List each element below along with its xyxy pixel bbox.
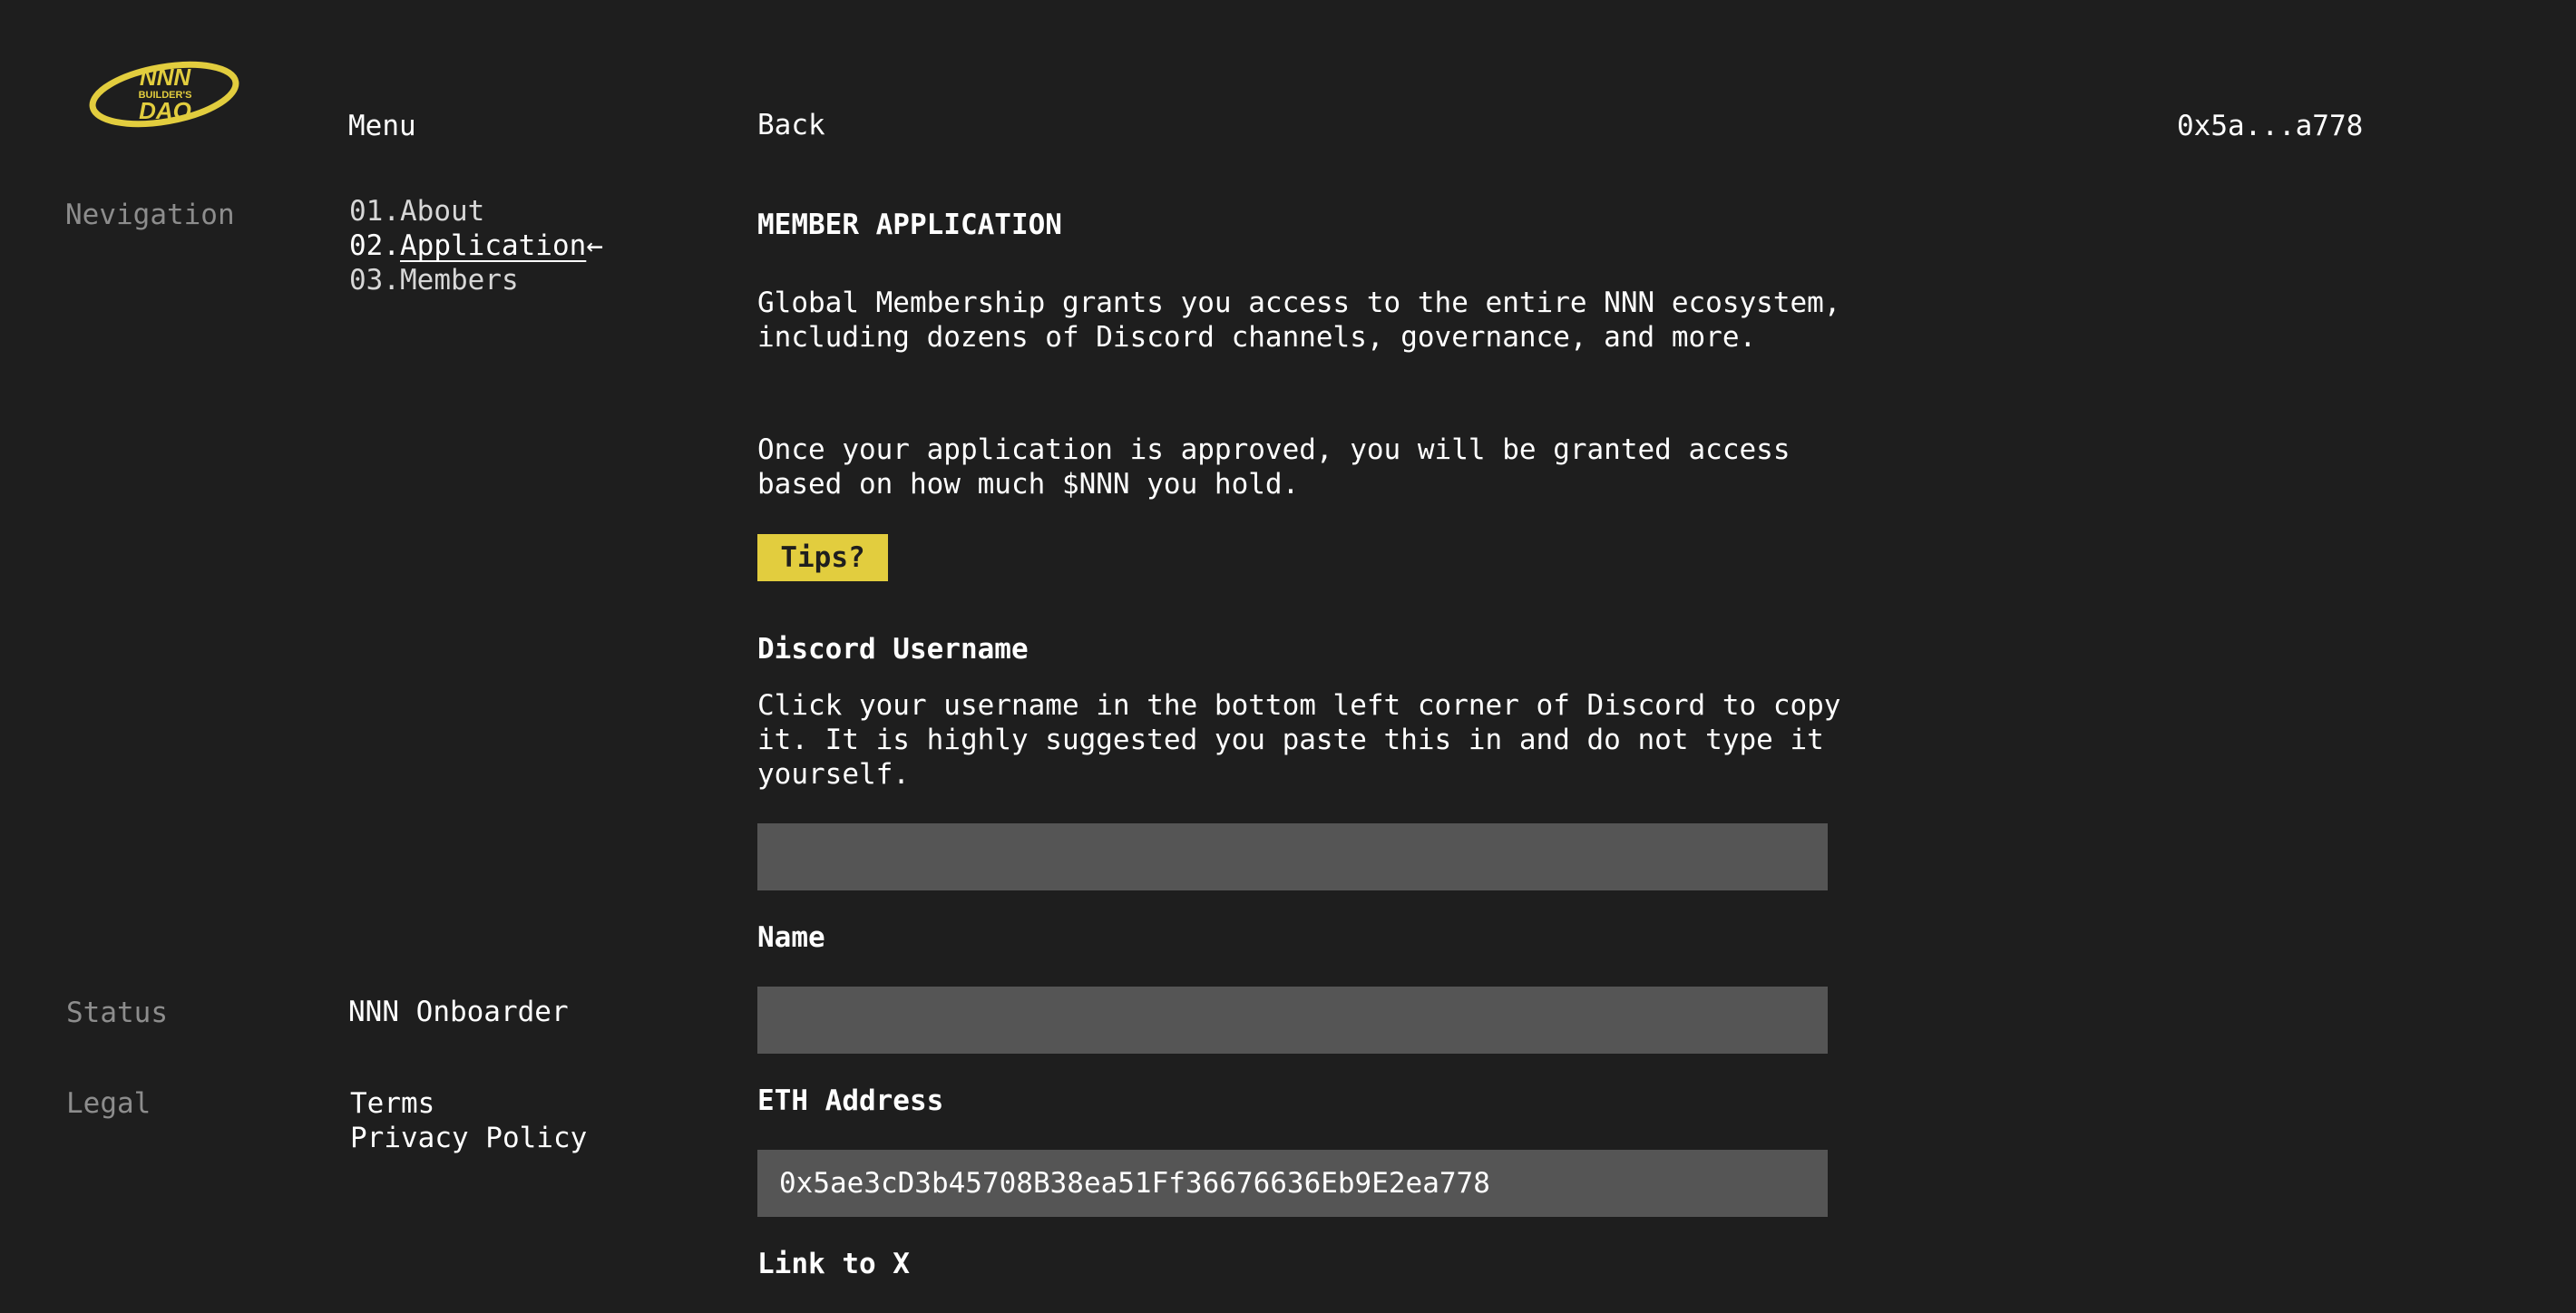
nnn-builders-dao-logo[interactable]: NNN BUILDER'S DAO <box>87 58 241 131</box>
nav-item-label: Members <box>400 264 519 297</box>
nav-item-application[interactable]: 02.Application← <box>349 229 603 263</box>
privacy-policy-link[interactable]: Privacy Policy <box>350 1121 587 1155</box>
nav-item-label: About <box>400 195 485 228</box>
intro-paragraph: Global Membership grants you access to t… <box>757 287 1841 354</box>
nav-item-number: 02. <box>349 229 400 262</box>
terms-link[interactable]: Terms <box>350 1086 587 1121</box>
nav-list: 01.About 02.Application← 03.Members <box>349 194 603 297</box>
discord-username-label: Discord Username <box>757 633 1029 666</box>
approval-paragraph: Once your application is approved, you w… <box>757 433 1791 501</box>
tips-button[interactable]: Tips? <box>757 534 888 581</box>
back-button[interactable]: Back <box>757 108 825 142</box>
discord-username-help: Click your username in the bottom left c… <box>757 689 1841 791</box>
name-label: Name <box>757 921 825 954</box>
logo-text-bottom: DAO <box>139 97 191 124</box>
navigation-section-label: Nevigation <box>65 199 235 231</box>
eth-address-input[interactable] <box>757 1150 1828 1217</box>
menu-button[interactable]: Menu <box>348 109 416 143</box>
nav-item-members[interactable]: 03.Members <box>349 263 603 297</box>
status-section-label: Status <box>66 997 168 1029</box>
logo-text-top: NNN <box>140 63 192 91</box>
wallet-address[interactable]: 0x5a...a778 <box>2177 109 2363 143</box>
eth-address-label: ETH Address <box>757 1084 944 1117</box>
nav-item-number: 03. <box>349 264 400 297</box>
status-value: NNN Onboarder <box>348 996 569 1028</box>
nav-item-label: Application <box>400 229 587 262</box>
page-title: MEMBER APPLICATION <box>757 209 1062 241</box>
link-to-x-label: Link to X <box>757 1248 910 1280</box>
nav-item-about[interactable]: 01.About <box>349 194 603 229</box>
name-input[interactable] <box>757 987 1828 1054</box>
left-arrow-icon: ← <box>586 229 603 262</box>
legal-links: Terms Privacy Policy <box>350 1086 587 1155</box>
legal-section-label: Legal <box>66 1087 151 1120</box>
nav-item-number: 01. <box>349 195 400 228</box>
discord-username-input[interactable] <box>757 823 1828 890</box>
